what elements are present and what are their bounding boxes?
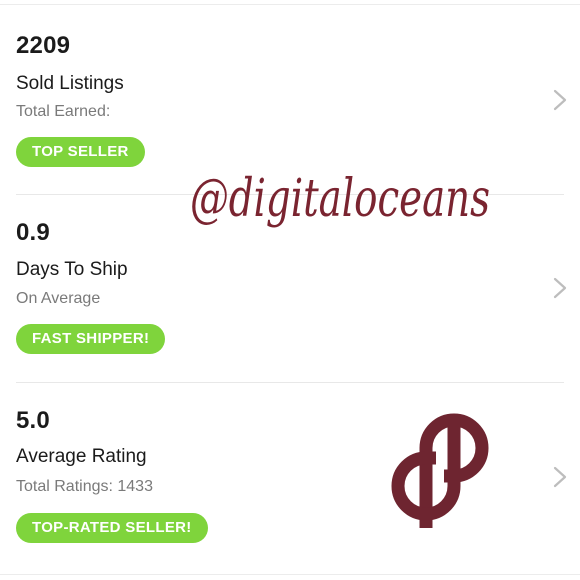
top-divider <box>0 4 580 5</box>
total-ratings-label: Total Ratings: 1433 <box>16 478 153 495</box>
watermark: @digitaloceans <box>186 148 496 258</box>
chevron-right-icon[interactable] <box>550 463 570 491</box>
poshmark-logo-icon <box>386 408 498 528</box>
chevron-right-icon[interactable] <box>550 86 570 114</box>
sold-listings-value: 2209 <box>16 32 71 59</box>
watermark-graphic: @digitaloceans <box>190 169 490 229</box>
days-to-ship-label: Days To Ship <box>16 259 128 280</box>
chevron-right-icon[interactable] <box>550 274 570 302</box>
top-seller-badge: TOP SELLER <box>16 137 145 167</box>
top-rated-seller-badge: TOP-RATED SELLER! <box>16 513 208 543</box>
bottom-divider <box>0 574 580 575</box>
days-to-ship-value: 0.9 <box>16 219 50 246</box>
total-earned-label: Total Earned: <box>16 103 111 120</box>
on-average-label: On Average <box>16 290 101 307</box>
average-rating-value: 5.0 <box>16 407 50 434</box>
fast-shipper-badge: FAST SHIPPER! <box>16 324 166 354</box>
average-rating-label: Average Rating <box>16 446 147 467</box>
sold-listings-label: Sold Listings <box>16 73 124 94</box>
watermark-text: @digitaloceans <box>190 169 490 229</box>
